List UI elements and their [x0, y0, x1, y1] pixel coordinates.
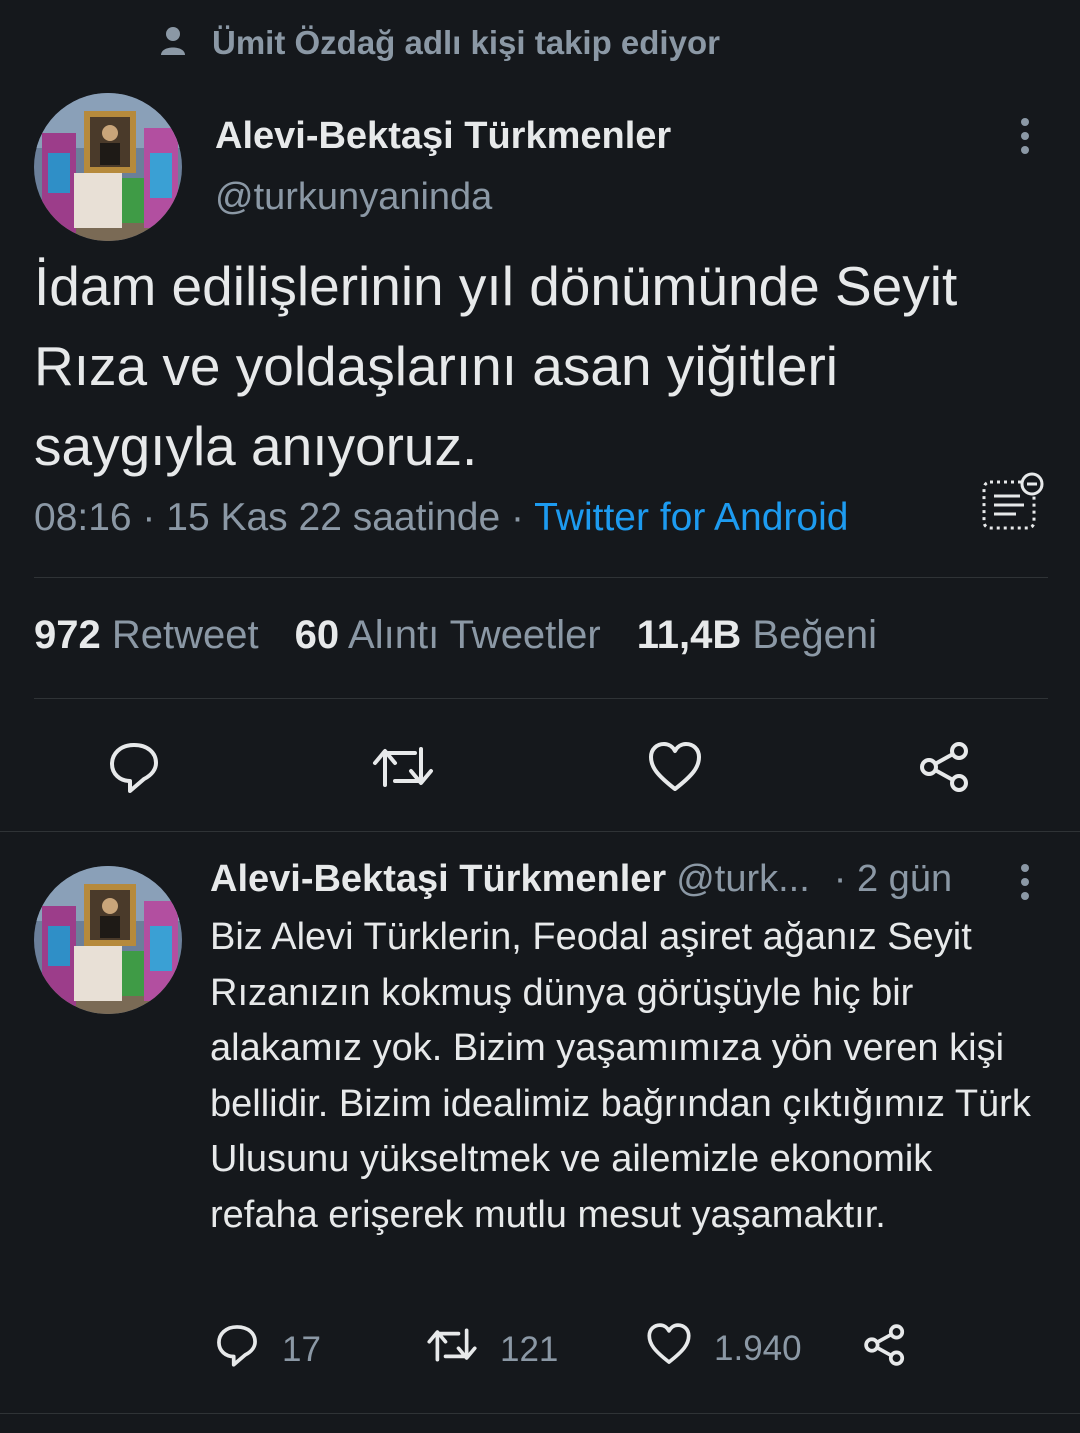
reply-reply-button[interactable]: 17 — [214, 1322, 321, 1377]
retweet-icon — [426, 1322, 478, 1377]
divider — [34, 698, 1048, 699]
reply-retweet-button[interactable]: 121 — [426, 1322, 558, 1377]
tweet-stats: 972 Retweet 60 Alıntı Tweetler 11,4B Beğ… — [34, 613, 877, 658]
reply-share-button[interactable] — [862, 1322, 908, 1377]
like-icon — [646, 1322, 692, 1375]
reply-like-button[interactable]: 1.940 — [646, 1322, 802, 1375]
quotes-count: 60 — [294, 613, 340, 657]
reply-icon[interactable] — [99, 732, 169, 802]
tweet-source-link[interactable]: Twitter for Android — [534, 496, 848, 539]
retweets-count: 972 — [34, 613, 101, 657]
like-icon[interactable] — [640, 732, 710, 802]
tweet-timestamp[interactable]: 08:16 · 15 Kas 22 saatinde · — [34, 496, 534, 539]
reply-count: 17 — [282, 1329, 321, 1369]
divider — [0, 1413, 1080, 1414]
share-icon — [862, 1322, 908, 1377]
tweet-text: İdam edilişlerinin yıl dönümünde Seyit R… — [34, 255, 958, 477]
reply-age[interactable]: · 2 gün — [834, 858, 952, 901]
reply-icon — [214, 1322, 260, 1377]
share-icon[interactable] — [910, 732, 980, 802]
author-name[interactable]: Alevi-Bektaşi Türkmenler — [215, 115, 671, 158]
retweet-icon[interactable] — [368, 732, 438, 802]
social-context-text: Ümit Özdağ adlı kişi takip ediyor — [212, 24, 720, 61]
quotes-label: Alıntı Tweetler — [348, 613, 601, 657]
reply-more-options-icon[interactable] — [1005, 862, 1045, 902]
tweet-meta: 08:16 · 15 Kas 22 saatinde · Twitter for… — [34, 496, 848, 540]
reply-author-avatar[interactable] — [34, 866, 182, 1014]
retweet-count: 121 — [500, 1329, 559, 1369]
reply-text: Biz Alevi Türklerin, Feodal aşiret ağanı… — [210, 916, 1031, 1236]
divider — [0, 831, 1080, 832]
author-avatar[interactable] — [34, 93, 182, 241]
like-count: 1.940 — [714, 1328, 802, 1368]
reply-author-name[interactable]: Alevi-Bektaşi Türkmenler — [210, 858, 666, 901]
likes-count: 11,4B — [636, 613, 742, 657]
likes-label: Beğeni — [752, 613, 877, 657]
quotes-stat[interactable]: 60 Alıntı Tweetler — [295, 613, 601, 658]
person-icon — [160, 26, 186, 61]
retweets-label: Retweet — [111, 613, 259, 657]
retweets-stat[interactable]: 972 Retweet — [34, 613, 259, 658]
more-options-icon[interactable] — [1005, 116, 1045, 156]
reply-header: Alevi-Bektaşi Türkmenler @turk... · 2 gü… — [210, 858, 952, 901]
divider — [34, 577, 1048, 578]
likes-stat[interactable]: 11,4B Beğeni — [637, 613, 877, 658]
author-handle[interactable]: @turkunyaninda — [215, 176, 492, 219]
translate-icon[interactable] — [980, 470, 1048, 539]
social-context[interactable]: Ümit Özdağ adlı kişi takip ediyor — [160, 18, 720, 68]
reply-author-handle[interactable]: @turk... — [676, 858, 810, 901]
